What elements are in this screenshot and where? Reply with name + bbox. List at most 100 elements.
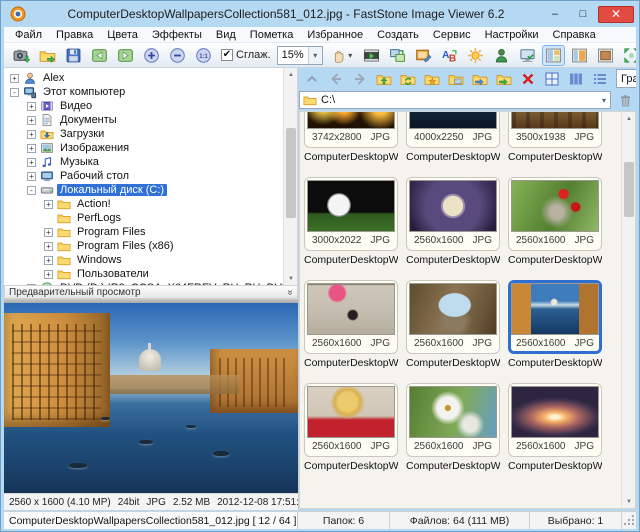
previous-image-button[interactable] — [88, 45, 111, 66]
soccer-ball-picture[interactable] — [307, 180, 395, 232]
night-city-picture[interactable] — [409, 111, 497, 129]
expand-icon[interactable]: + — [44, 242, 53, 251]
compare-images-button[interactable] — [386, 45, 409, 66]
forward-button[interactable] — [349, 69, 370, 88]
delete-button[interactable] — [517, 69, 538, 88]
venice-picture[interactable] — [511, 283, 599, 335]
view-windowed-button[interactable] — [594, 45, 617, 66]
thumbnail-frame[interactable]: 2560x1600JPG — [304, 280, 398, 354]
folder-up-button[interactable] — [373, 69, 394, 88]
view-list-button[interactable] — [589, 69, 610, 88]
thumbnail-frame[interactable]: 2560x1600JPG — [304, 383, 398, 457]
menu-вид[interactable]: Вид — [209, 27, 243, 42]
hand-tool-button[interactable]: ▾ — [326, 45, 357, 66]
tree-item[interactable]: +Видео — [4, 99, 283, 113]
candles-picture[interactable] — [307, 111, 395, 129]
thumbnails-scrollbar[interactable]: ▲ ▼ — [621, 112, 635, 508]
tree-item[interactable]: +Рабочий стол — [4, 169, 283, 183]
resize-grip[interactable] — [622, 515, 634, 527]
thumbnail[interactable]: 2560x1600JPGComputerDesktopW... — [508, 177, 602, 266]
thumbnail[interactable]: 2560x1600JPGComputerDesktopW... — [508, 383, 602, 472]
chevron-down-icon[interactable]: ▾ — [348, 51, 352, 60]
daisy-picture[interactable] — [409, 386, 497, 438]
chevron-down-icon[interactable]: ▾ — [598, 96, 610, 105]
thumbnail-frame[interactable]: 3500x1938JPG — [508, 111, 602, 148]
collapse-panel-button[interactable] — [301, 69, 322, 88]
expand-icon[interactable]: + — [27, 130, 36, 139]
actual-size-button[interactable]: 1:1 — [192, 45, 215, 66]
scroll-down-icon[interactable]: ▼ — [284, 272, 298, 285]
thumbnail-frame[interactable]: 3000x2022JPG — [304, 177, 398, 251]
menu-пометка[interactable]: Пометка — [243, 27, 301, 42]
preview-pane-header[interactable]: Предварительный просмотр » — [4, 285, 298, 299]
file-filter-select[interactable]: Графика ▾ — [616, 69, 636, 88]
berries-picture[interactable] — [511, 180, 599, 232]
folder-browse-button[interactable] — [445, 69, 466, 88]
girl-dog-picture[interactable] — [307, 283, 395, 335]
tavern-picture[interactable] — [511, 111, 599, 129]
sunset-picture[interactable] — [511, 386, 599, 438]
tree-item[interactable]: -Локальный диск (C:) — [4, 183, 283, 197]
expand-icon[interactable]: + — [44, 270, 53, 279]
tree-item[interactable]: +Изображения — [4, 141, 283, 155]
path-select[interactable]: C:\ ▾ — [299, 91, 611, 109]
expand-icon[interactable]: + — [27, 116, 36, 125]
batch-convert-button[interactable]: AB — [438, 45, 461, 66]
thumbnail-frame[interactable]: 3742x2800JPG — [304, 111, 398, 148]
thumbnail-selected[interactable]: 2560x1600JPGComputerDesktopW... — [508, 280, 602, 369]
view-fullscreen-button[interactable] — [620, 45, 636, 66]
save-file-button[interactable] — [62, 45, 85, 66]
smoothing-checkbox[interactable]: ✔ — [221, 49, 233, 61]
scroll-up-icon[interactable]: ▲ — [284, 68, 298, 81]
thumbnail[interactable]: 2560x1600JPGComputerDesktopW... — [304, 280, 398, 369]
slideshow-button[interactable] — [360, 45, 383, 66]
recycle-bin-button[interactable] — [614, 91, 636, 110]
copy-to-folder-button[interactable] — [493, 69, 514, 88]
blonde-girl-picture[interactable] — [307, 386, 395, 438]
open-file-button[interactable] — [36, 45, 59, 66]
thumbnail-frame[interactable]: 2560x1600JPG — [406, 383, 500, 457]
thumbnail[interactable]: 4000x2250JPGComputerDesktopW... — [406, 111, 500, 163]
thumbnail[interactable]: 2560x1600JPGComputerDesktopW... — [304, 383, 398, 472]
expand-icon[interactable]: + — [44, 228, 53, 237]
menu-файл[interactable]: Файл — [8, 27, 49, 42]
next-image-button[interactable] — [114, 45, 137, 66]
thumbnail-frame[interactable]: 2560x1600JPG — [508, 280, 602, 354]
tree-item[interactable]: +Program Files (x86) — [4, 239, 283, 253]
minimize-button[interactable]: – — [542, 6, 568, 23]
expand-icon[interactable]: + — [27, 172, 36, 181]
view-preview-button[interactable] — [568, 45, 591, 66]
draw-board-button[interactable] — [412, 45, 435, 66]
screen-capture-button[interactable] — [516, 45, 539, 66]
camera-import-button[interactable] — [10, 45, 33, 66]
zoom-in-button[interactable] — [140, 45, 163, 66]
thumbnail-frame[interactable]: 2560x1600JPG — [406, 177, 500, 251]
maximize-button[interactable]: □ — [570, 6, 596, 23]
preview-image[interactable] — [4, 299, 298, 493]
thumbnail[interactable]: 3000x2022JPGComputerDesktopW... — [304, 177, 398, 266]
tree-item[interactable]: -Этот компьютер — [4, 85, 283, 99]
folder-favorites-button[interactable]: ★ — [421, 69, 442, 88]
expand-icon[interactable]: + — [27, 102, 36, 111]
menu-правка[interactable]: Правка — [49, 27, 100, 42]
thumbnail[interactable]: 3500x1938JPGComputerDesktopW... — [508, 111, 602, 163]
thumbnail-frame[interactable]: 2560x1600JPG — [406, 280, 500, 354]
tree-item[interactable]: +Пользователи — [4, 267, 283, 281]
expand-icon[interactable]: + — [27, 144, 36, 153]
menu-настройки[interactable]: Настройки — [478, 27, 546, 42]
tree-item[interactable]: +Action! — [4, 197, 283, 211]
tree-item[interactable]: +Загрузки — [4, 127, 283, 141]
collapse-preview-icon[interactable]: » — [285, 289, 296, 295]
zoom-level-select[interactable]: 15% ▾ — [277, 46, 323, 65]
tree-item[interactable]: +Документы — [4, 113, 283, 127]
chevron-down-icon[interactable]: ▾ — [308, 47, 322, 64]
thumbnail[interactable]: 3742x2800JPGComputerDesktopW... — [304, 111, 398, 163]
view-details-button[interactable] — [565, 69, 586, 88]
thumbnail-frame[interactable]: 4000x2250JPG — [406, 111, 500, 148]
thumbnail[interactable]: 2560x1600JPGComputerDesktopW... — [406, 383, 500, 472]
tree-item[interactable]: +Windows — [4, 253, 283, 267]
menu-цвета[interactable]: Цвета — [100, 27, 145, 42]
tree-scrollbar-thumb[interactable] — [286, 128, 296, 218]
move-to-folder-button[interactable] — [469, 69, 490, 88]
thumbnails-scrollbar-thumb[interactable] — [624, 162, 634, 217]
